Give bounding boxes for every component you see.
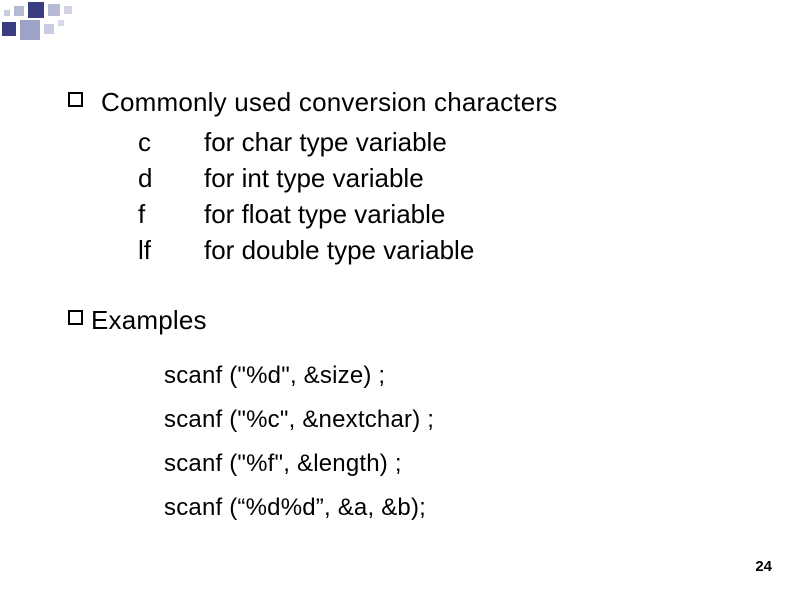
page-number: 24 bbox=[755, 558, 772, 575]
square-bullet-icon bbox=[68, 310, 83, 325]
conv-desc: for int type variable bbox=[204, 160, 424, 196]
example-line: scanf ("%c", &nextchar) ; bbox=[164, 398, 754, 442]
conv-desc: for float type variable bbox=[204, 196, 445, 232]
conv-key: lf bbox=[138, 232, 204, 268]
table-row: d for int type variable bbox=[138, 160, 754, 196]
square-bullet-icon bbox=[68, 92, 83, 107]
conv-desc: for double type variable bbox=[204, 232, 474, 268]
conv-key: c bbox=[138, 124, 204, 160]
examples-list: scanf ("%d", &size) ; scanf ("%c", &next… bbox=[164, 354, 754, 530]
bullet-item-examples: Examples bbox=[68, 302, 754, 338]
conv-desc: for char type variable bbox=[204, 124, 447, 160]
table-row: f for float type variable bbox=[138, 196, 754, 232]
table-row: c for char type variable bbox=[138, 124, 754, 160]
example-line: scanf ("%f", &length) ; bbox=[164, 442, 754, 486]
example-line: scanf (“%d%d”, &a, &b); bbox=[164, 486, 754, 530]
conv-key: f bbox=[138, 196, 204, 232]
table-row: lf for double type variable bbox=[138, 232, 754, 268]
corner-decoration bbox=[0, 0, 90, 48]
heading-examples: Examples bbox=[91, 302, 207, 338]
example-line: scanf ("%d", &size) ; bbox=[164, 354, 754, 398]
conversion-table: c for char type variable d for int type … bbox=[138, 124, 754, 268]
conv-key: d bbox=[138, 160, 204, 196]
bullet-item-conversion-chars: Commonly used conversion characters bbox=[68, 84, 754, 120]
heading-conversion-chars: Commonly used conversion characters bbox=[101, 84, 557, 120]
